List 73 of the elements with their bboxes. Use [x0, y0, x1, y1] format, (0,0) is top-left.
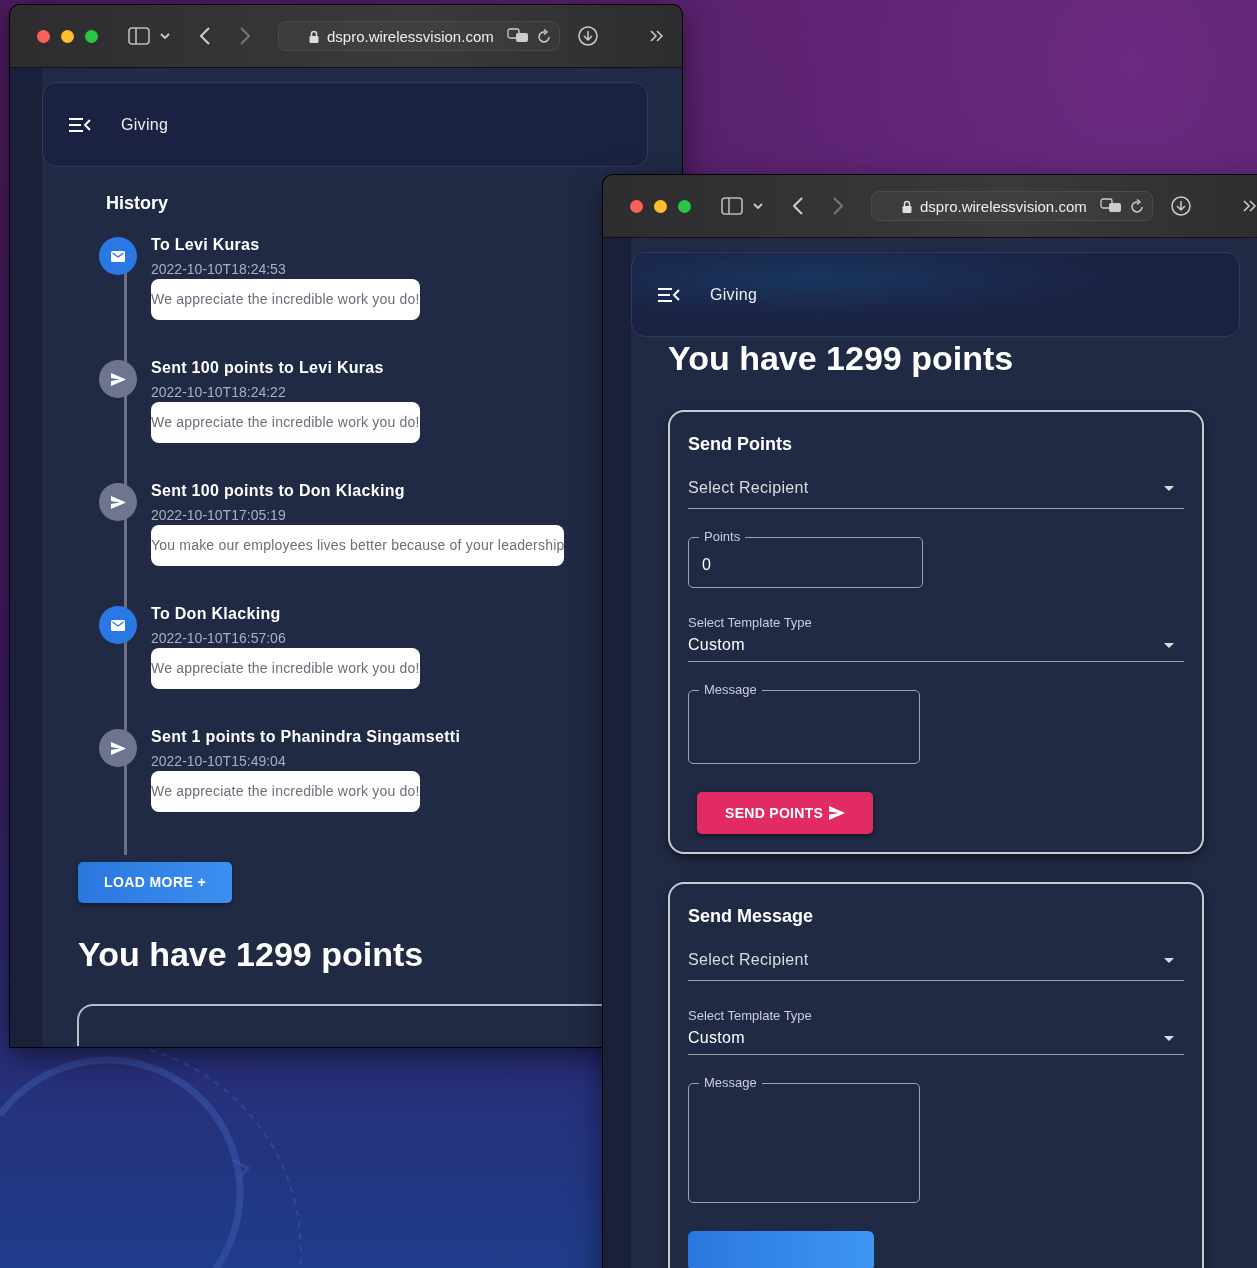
send-points-button[interactable]: SEND POINTS	[697, 792, 874, 834]
template-select[interactable]: Custom	[688, 1023, 1184, 1055]
lock-icon	[309, 29, 319, 43]
back-icon[interactable]	[200, 27, 210, 45]
chevron-down-icon[interactable]	[753, 203, 763, 209]
minimize-button[interactable]	[654, 199, 667, 213]
page-title: Giving	[710, 285, 758, 304]
message-bubble: We appreciate the incredible work you do!	[151, 279, 420, 320]
history-title: Sent 100 points to Don Klacking	[151, 482, 406, 500]
sidebar-icon[interactable]	[128, 27, 150, 45]
load-more-button[interactable]: LOAD MORE +	[78, 862, 233, 903]
lock-icon	[902, 199, 912, 213]
close-button[interactable]	[37, 29, 50, 43]
back-icon[interactable]	[793, 197, 803, 215]
close-button[interactable]	[630, 199, 643, 213]
forward-icon[interactable]	[240, 27, 250, 45]
history-title: Sent 1 points to Phanindra Singamsetti	[151, 728, 461, 746]
translate-icon[interactable]	[507, 28, 529, 44]
reload-icon[interactable]	[537, 28, 551, 44]
zoom-button[interactable]	[678, 199, 691, 213]
message-bubble: We appreciate the incredible work you do!	[151, 771, 420, 812]
zoom-button[interactable]	[85, 29, 98, 43]
field-label: Select Template Type	[688, 615, 813, 630]
timestamp: 2022-10-10T15:49:04	[151, 753, 287, 769]
card-title: Send Points	[688, 434, 793, 455]
menu-icon[interactable]	[69, 117, 91, 132]
history-title: Sent 100 points to Levi Kuras	[151, 359, 385, 377]
url-text: dspro.wirelessvision.com	[327, 27, 495, 45]
message-bubble: You make our employees lives better because of your leadership	[151, 525, 565, 566]
message-bubble: We appreciate the incredible work you do!	[151, 402, 420, 443]
address-bar[interactable]: dspro.wirelessvision.com	[871, 191, 1153, 221]
timestamp: 2022-10-10T16:57:06	[151, 630, 287, 646]
card-title: Send Message	[688, 906, 815, 927]
download-icon[interactable]	[1171, 196, 1191, 216]
field-label: Points	[699, 529, 746, 544]
message-bubble: We appreciate the incredible work you do!	[151, 648, 420, 689]
page-title: Giving	[121, 115, 169, 134]
field-label: Message	[699, 682, 762, 697]
recipient-select[interactable]: Select Recipient	[688, 927, 1184, 981]
envelope-icon	[99, 237, 137, 275]
section-title: History	[106, 193, 168, 214]
caret-icon	[1164, 957, 1174, 963]
caret-icon	[1164, 642, 1174, 648]
points-heading: You have 1299 points	[668, 339, 1015, 378]
caret-icon	[1164, 485, 1174, 491]
send-icon	[829, 806, 846, 820]
timestamp: 2022-10-10T18:24:22	[151, 384, 287, 400]
history-title: To Don Klacking	[151, 605, 282, 623]
timestamp: 2022-10-10T18:24:53	[151, 261, 287, 277]
template-select[interactable]: Custom	[688, 630, 1184, 662]
double-chevron-icon[interactable]	[1243, 200, 1257, 212]
caret-icon	[1164, 1035, 1174, 1041]
send-icon	[99, 360, 137, 398]
field-label: Select Template Type	[688, 1008, 813, 1023]
address-bar[interactable]: dspro.wirelessvision.com	[278, 21, 560, 51]
translate-icon[interactable]	[1100, 198, 1122, 214]
minimize-button[interactable]	[61, 29, 74, 43]
timestamp: 2022-10-10T17:05:19	[151, 507, 287, 523]
menu-icon[interactable]	[658, 287, 680, 302]
envelope-icon	[99, 606, 137, 644]
reload-icon[interactable]	[1130, 198, 1144, 214]
history-title: To Levi Kuras	[151, 236, 261, 254]
forward-icon[interactable]	[833, 197, 843, 215]
send-icon	[99, 483, 137, 521]
send-icon	[99, 729, 137, 767]
url-text: dspro.wirelessvision.com	[920, 197, 1088, 215]
field-label: Message	[699, 1075, 762, 1090]
points-heading: You have 1299 points	[78, 935, 425, 974]
double-chevron-icon[interactable]	[650, 30, 664, 42]
recipient-select[interactable]: Select Recipient	[688, 455, 1184, 509]
download-icon[interactable]	[578, 26, 598, 46]
chevron-down-icon[interactable]	[160, 33, 170, 39]
sidebar-icon[interactable]	[721, 197, 743, 215]
